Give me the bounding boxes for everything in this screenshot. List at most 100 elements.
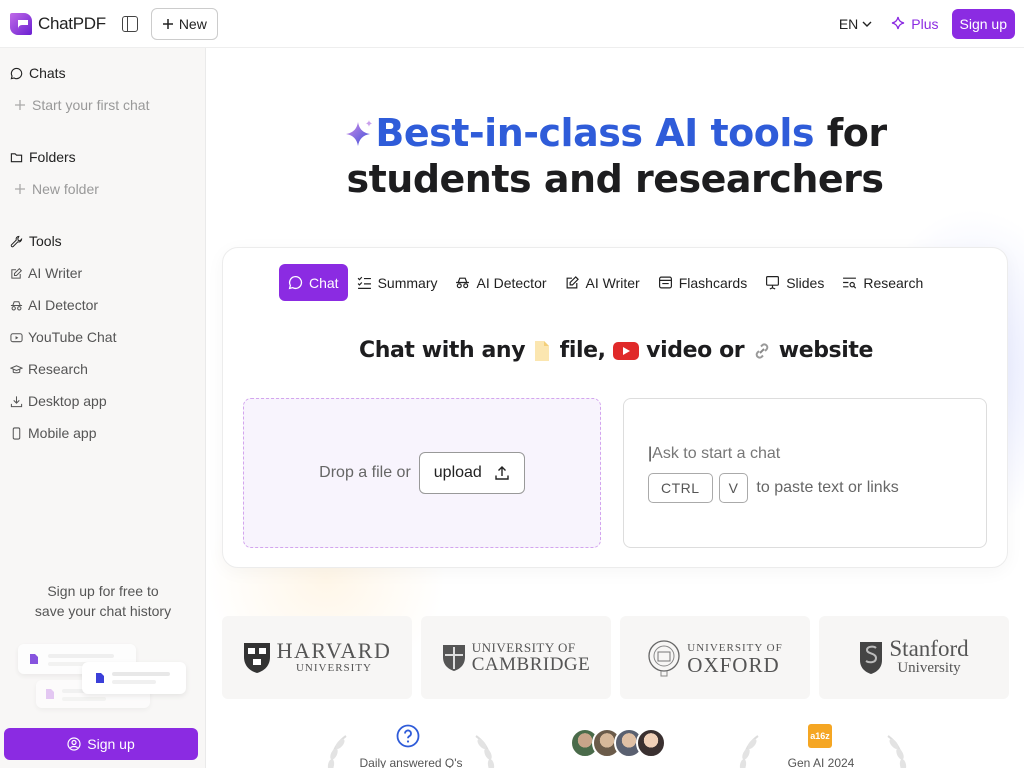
upload-button[interactable]: upload [418, 452, 525, 494]
app-name: ChatPDF [38, 13, 106, 33]
tab-slides[interactable]: Slides [756, 264, 833, 301]
cambridge-name: CAMBRIDGE [471, 653, 591, 675]
sidebar-item-ai-detector[interactable]: AI Detector [10, 297, 98, 313]
avatar [636, 728, 666, 758]
user-avatars [570, 728, 666, 758]
oxford-seal-icon [648, 639, 680, 676]
start-first-chat[interactable]: Start your first chat [14, 97, 149, 113]
tab-label: AI Detector [476, 274, 547, 291]
panel-title-part: Chat with any [358, 338, 526, 363]
tab-summary[interactable]: Summary [348, 264, 447, 301]
tab-label: Summary [377, 274, 438, 291]
drop-text: Drop a file or [319, 464, 411, 481]
phone-icon [12, 426, 21, 440]
sidebar-item-research[interactable]: Research [10, 361, 88, 377]
tab-label: Slides [786, 274, 825, 291]
graduation-cap-icon [10, 364, 23, 373]
sidebar-item-mobile-app[interactable]: Mobile app [10, 425, 97, 441]
tools-heading: Tools [10, 233, 62, 249]
signup-promo-line2: save your chat history [34, 603, 172, 619]
laurel-right-icon [887, 735, 907, 768]
cambridge-shield-icon [442, 644, 465, 671]
hero-rest: for [814, 111, 887, 155]
chat-bubble-icon [10, 67, 23, 79]
youtube-icon [10, 332, 23, 342]
presentation-icon [766, 276, 780, 290]
new-folder[interactable]: New folder [14, 181, 99, 197]
plus-upgrade-link[interactable]: Plus [890, 15, 939, 32]
search-list-icon [843, 277, 857, 289]
chat-bubble-icon [288, 275, 303, 290]
checklist-icon [357, 276, 371, 289]
genai-label: Gen AI 2024 [787, 756, 855, 768]
tools-heading-label: Tools [29, 233, 62, 249]
main-content: Best-in-class AI tools for students and … [206, 48, 1024, 768]
stanford-name: Stanford [889, 636, 969, 661]
download-icon [10, 395, 23, 407]
plus-icon [162, 18, 173, 29]
tab-chat[interactable]: Chat [279, 264, 348, 301]
sidebar-item-ai-writer[interactable]: AI Writer [10, 265, 82, 281]
sidebar-item-desktop-app[interactable]: Desktop app [10, 393, 107, 409]
panel-title: Chat with any file, video or website [223, 338, 1009, 363]
language-select[interactable]: EN [839, 16, 872, 32]
harvard-name: HARVARD [276, 637, 392, 663]
hero-highlight: Best-in-class AI tools [375, 111, 814, 155]
plus-label: Plus [911, 15, 939, 32]
chats-heading: Chats [10, 65, 66, 81]
signup-sidebar-label: Sign up [87, 736, 135, 752]
harvard-logo: HARVARD UNIVERSITY [222, 616, 412, 699]
tab-label: Chat [309, 274, 339, 291]
sidebar-toggle-icon[interactable] [121, 15, 138, 32]
panel-title-part: file, [559, 338, 606, 363]
cambridge-subtitle: UNIVERSITY OF [471, 639, 576, 655]
link-icon [755, 343, 768, 359]
detective-icon [456, 277, 470, 289]
sidebar-item-label: YouTube Chat [28, 329, 117, 345]
top-bar: ChatPDF New EN Plus Sign up [0, 0, 1024, 48]
tab-research[interactable]: Research [833, 264, 932, 301]
a16z-badge: a16z [808, 724, 832, 748]
tool-panel: Chat Summary AI Detector AI Writer Flash… [222, 247, 1008, 568]
laurel-left-icon [739, 735, 759, 768]
chats-heading-label: Chats [29, 65, 66, 81]
harvard-subtitle: UNIVERSITY [295, 661, 372, 674]
upload-icon [495, 466, 509, 480]
plus-icon [15, 100, 25, 110]
signup-button-sidebar[interactable]: Sign up [4, 728, 198, 760]
tab-ai-writer[interactable]: AI Writer [556, 264, 649, 301]
tab-flashcards[interactable]: Flashcards [649, 264, 756, 301]
panel-title-part: website [778, 338, 874, 363]
video-icon [612, 342, 639, 360]
stanford-subtitle: University [897, 660, 961, 676]
file-dropzone[interactable]: Drop a file or upload [243, 398, 601, 548]
new-chat-button[interactable]: New [150, 7, 218, 40]
sidebar-item-label: Desktop app [28, 393, 107, 409]
ctrl-key: CTRL [648, 473, 713, 503]
tab-ai-detector[interactable]: AI Detector [446, 264, 555, 301]
tool-tabs: Chat Summary AI Detector AI Writer Flash… [279, 264, 932, 301]
chat-history-illustration [14, 638, 194, 718]
signup-promo-line1: Sign up for free to [47, 583, 159, 599]
university-logos: HARVARD UNIVERSITY UNIVERSITY OF CAMBRID… [222, 616, 1009, 699]
tab-label: Research [863, 274, 924, 291]
harvard-shield-icon [243, 642, 270, 673]
app-logo[interactable]: ChatPDF [8, 11, 106, 37]
tab-label: AI Writer [585, 274, 640, 291]
sidebar-item-label: Mobile app [28, 425, 97, 441]
language-value: EN [838, 15, 859, 32]
detective-icon [10, 300, 23, 310]
stanford-shield-icon [860, 641, 883, 674]
signup-button-top[interactable]: Sign up [951, 8, 1015, 39]
tab-label: Flashcards [678, 274, 748, 291]
sidebar-item-label: Research [28, 361, 88, 377]
ask-chat-input[interactable]: |Ask to start a chat CTRL V to paste tex… [623, 398, 987, 548]
new-folder-label: New folder [32, 181, 99, 197]
sidebar-item-youtube-chat[interactable]: YouTube Chat [10, 329, 116, 345]
paste-hint: CTRL V to paste text or links [648, 473, 899, 503]
paste-text: to paste text or links [756, 479, 899, 496]
sidebar-item-label: AI Writer [28, 265, 83, 281]
answered-label: Daily answered Q's [359, 756, 463, 768]
question-circle-icon [396, 724, 420, 748]
sidebar-item-label: AI Detector [28, 297, 99, 313]
